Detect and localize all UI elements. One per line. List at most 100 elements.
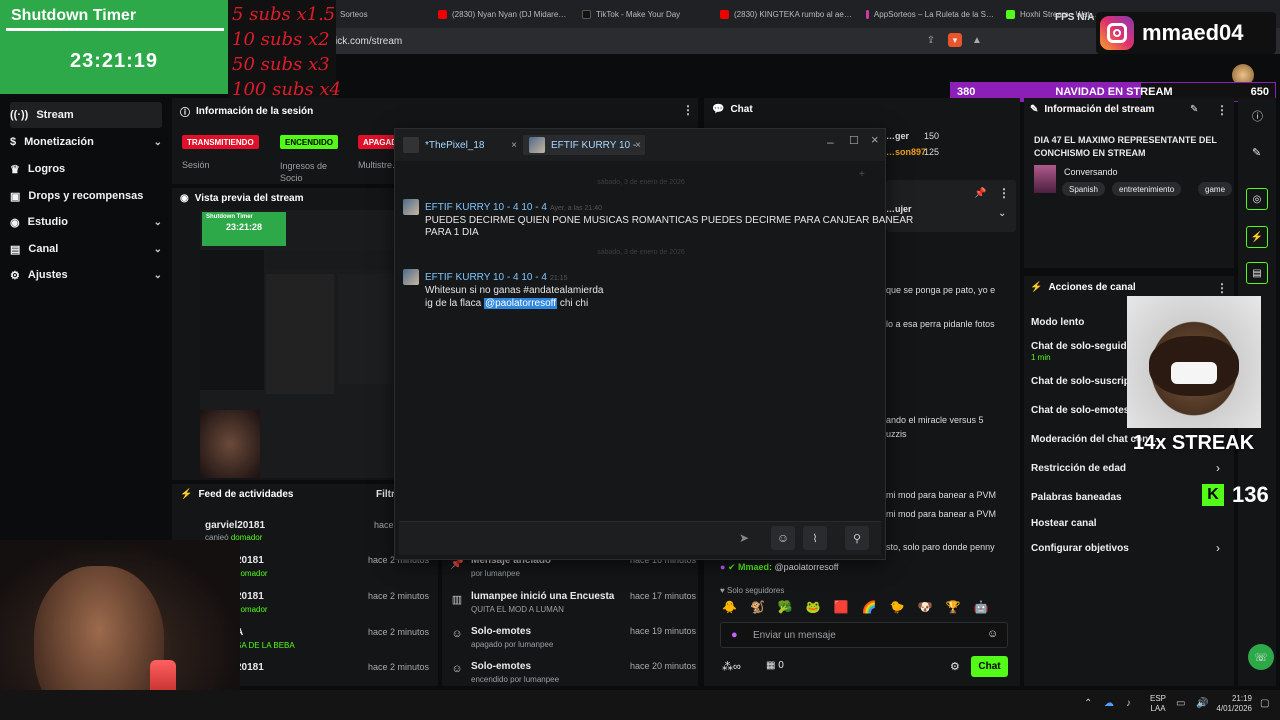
url-field[interactable]: kick.com/stream — [330, 33, 970, 49]
subs-line: 10 subs x2 — [232, 29, 330, 50]
chevron-right-icon[interactable]: › — [1216, 461, 1220, 475]
emoji-icon[interactable]: ☺ — [771, 526, 795, 550]
browser-tab[interactable]: Sorteos — [340, 4, 430, 24]
dialog-tab-active[interactable]: EFTIF KURRY 10 - × — [523, 135, 645, 155]
emote-icon[interactable]: 🐥 — [722, 600, 737, 616]
emote-icon[interactable]: 🤖 — [974, 600, 989, 616]
emote-icon[interactable]: 🐤 — [890, 600, 905, 616]
sidebar-item-stream[interactable]: ((·)) Stream — [10, 102, 162, 128]
close-icon[interactable]: × — [511, 140, 517, 151]
emote-icon[interactable]: 🐒 — [750, 600, 765, 616]
volume-icon[interactable]: 🔊 — [1196, 698, 1208, 709]
action-followers-only[interactable]: Chat de solo-seguido… — [1031, 341, 1143, 352]
bolt-icon: ⚡ — [180, 489, 193, 500]
browser-tab[interactable]: AppSorteos – La Ruleta de la S… — [866, 4, 994, 24]
gear-icon[interactable]: ⚙ — [950, 660, 960, 673]
chat-message: que se ponga pe pato, yo e — [886, 285, 996, 295]
pin-icon[interactable]: 📌 — [974, 188, 986, 199]
pencil-icon[interactable]: ✎ — [1252, 146, 1261, 159]
sidebar-item-estudio[interactable]: ◉ Estudio ⌄ — [10, 209, 162, 235]
send-icon[interactable]: ➤ — [739, 531, 749, 545]
tab-title: TikTok - Make Your Day — [596, 9, 681, 19]
timer-divider — [6, 28, 224, 31]
shutdown-timer-overlay: Shutdown Timer 23:21:19 — [0, 0, 228, 94]
leaderboard-name: …ger — [886, 131, 910, 141]
mention-link[interactable]: @paolatorresoff — [483, 298, 558, 309]
emote-icon[interactable]: 🥦 — [778, 600, 793, 616]
log-sub: encendido por lumanpee — [471, 675, 560, 684]
emote-icon[interactable]: 🐶 — [918, 600, 933, 616]
action-slow-mode[interactable]: Modo lento — [1031, 317, 1084, 328]
preview-timer-time: 23:21:28 — [225, 222, 263, 232]
chevron-right-icon[interactable]: › — [1216, 541, 1220, 555]
info-icon[interactable]: ⓘ — [1252, 108, 1263, 124]
feed-time: hace — [374, 520, 394, 530]
document-icon[interactable]: ▤ — [1246, 262, 1268, 284]
laughing-face-overlay — [1127, 296, 1261, 428]
emoji-icon[interactable]: ☺ — [987, 628, 998, 640]
eye-icon: ◉ — [180, 193, 189, 204]
add-icon[interactable]: + — [859, 169, 865, 180]
leaderboard-value: 125 — [924, 147, 940, 157]
clock[interactable]: 21:19 4/01/2026 — [1214, 694, 1252, 714]
mic-icon[interactable]: ♪ — [1126, 698, 1131, 709]
dialog-tab[interactable]: *ThePixel_18 × — [397, 135, 519, 155]
goal-label: NAVIDAD EN STREAM — [1055, 86, 1173, 98]
target-icon[interactable]: ◎ — [1246, 188, 1268, 210]
users-infinite-icon[interactable]: ⁂∞ — [722, 660, 741, 673]
location-icon[interactable]: ⚲ — [845, 526, 869, 550]
more-options-icon[interactable]: ⋮ — [998, 186, 1010, 200]
cloud-icon[interactable]: ☁ — [1104, 698, 1114, 709]
notification-icon[interactable]: ▢ — [1260, 698, 1269, 709]
message-text: PUEDES DECIRME QUIEN PONE MUSICAS ROMANT… — [425, 215, 914, 226]
action-age-restriction[interactable]: Restricción de edad — [1031, 463, 1126, 474]
edit-icon[interactable]: ✎ — [1190, 104, 1198, 115]
chevron-down-icon[interactable]: ⌄ — [998, 208, 1006, 219]
action-host-channel[interactable]: Hostear canal — [1031, 518, 1097, 529]
fps-label: FPS N/A — [1055, 12, 1095, 23]
tag: Spanish — [1062, 182, 1105, 196]
more-options-icon[interactable]: ⋮ — [1216, 103, 1228, 117]
log-title: Solo-emotes — [471, 661, 532, 672]
share-icon[interactable]: ⇪ — [924, 33, 938, 47]
sidebar-item-label: Logros — [27, 163, 66, 175]
network-icon[interactable]: ▭ — [1176, 698, 1185, 709]
emote-icon[interactable]: 🌈 — [862, 600, 877, 616]
chevron-down-icon: ⌄ — [153, 243, 162, 255]
sidebar-item-ajustes[interactable]: ⚙ Ajustes ⌄ — [10, 262, 162, 288]
chat-send-button[interactable]: Chat — [971, 656, 1008, 677]
emote-icon[interactable]: 🏆 — [946, 600, 961, 616]
browser-tab[interactable]: (2830) KINGTEKA rumbo al ae… — [720, 4, 860, 24]
close-icon[interactable]: × — [871, 132, 879, 147]
panel-title: Feed de actividades — [198, 489, 294, 500]
minimize-icon[interactable]: – — [827, 135, 834, 149]
action-set-goals[interactable]: Configurar objetivos — [1031, 543, 1129, 554]
sidebar-item-drops[interactable]: ▣ Drops y recompensas — [10, 183, 162, 209]
brave-shield-icon[interactable]: ▼ — [948, 33, 962, 47]
action-banned-words[interactable]: Palabras baneadas — [1031, 492, 1122, 503]
language-indicator[interactable]: ESP LAA — [1150, 694, 1166, 714]
browser-tab[interactable]: TikTok - Make Your Day — [582, 4, 710, 24]
chat-input[interactable]: ● Enviar un mensaje ☺ — [720, 622, 1008, 648]
close-icon[interactable]: × — [635, 140, 641, 151]
preview-video[interactable]: Shutdown Timer 23:21:28 — [200, 210, 398, 478]
dialog-input[interactable]: ➤ ☺ ⌇ ⚲ — [399, 521, 881, 555]
emote-icon[interactable]: 🟥 — [834, 600, 849, 616]
chevron-up-icon[interactable]: ⌃ — [1084, 698, 1092, 709]
emote-icon[interactable]: 🐸 — [806, 600, 821, 616]
browser-tab[interactable]: (2830) Nyan Nyan (DJ Midare… — [438, 4, 578, 24]
chat-username[interactable]: Mmaed: — [738, 562, 772, 572]
sidebar-item-monetizacion[interactable]: $ Monetización ⌄ — [10, 129, 162, 155]
more-options-icon[interactable]: ⋮ — [682, 103, 694, 117]
rewards-icon[interactable]: ▲ — [970, 33, 984, 47]
sidebar-item-logros[interactable]: ♛ Logros — [10, 156, 162, 182]
maximize-icon[interactable]: ☐ — [849, 134, 859, 147]
more-options-icon[interactable]: ⋮ — [1216, 281, 1228, 295]
youtube-icon — [720, 9, 729, 19]
emote-icon: ☺ — [451, 628, 463, 640]
attach-icon[interactable]: ⌇ — [803, 526, 827, 550]
action-emotes-only[interactable]: Chat de solo-emotes — [1031, 405, 1129, 416]
sidebar-item-canal[interactable]: ▤ Canal ⌄ — [10, 236, 162, 262]
bolt-icon[interactable]: ⚡ — [1246, 226, 1268, 248]
support-icon[interactable]: ☏ — [1248, 644, 1274, 670]
